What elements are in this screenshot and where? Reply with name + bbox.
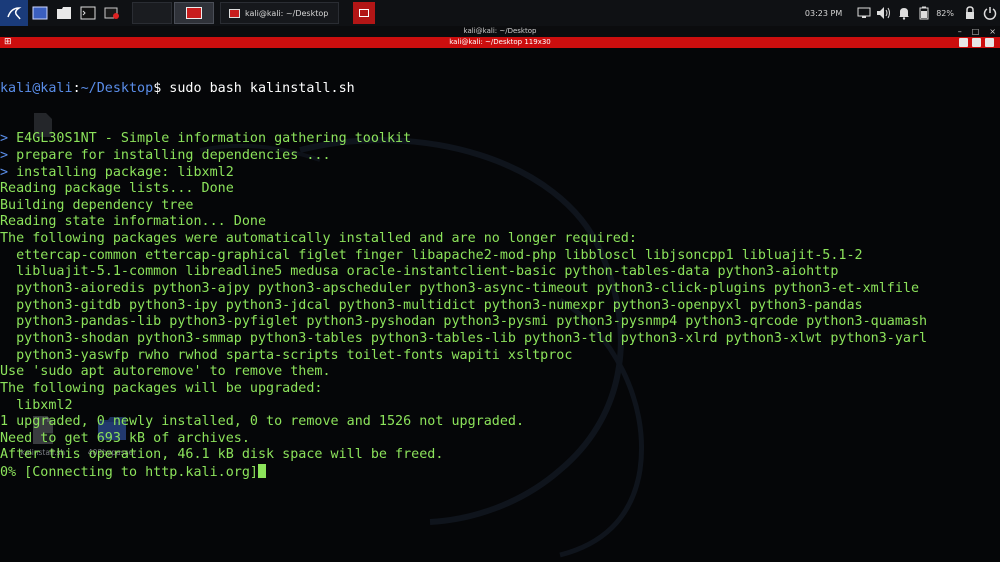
- lock-screen-icon[interactable]: [960, 0, 980, 26]
- taskbar: kali@kali: ~/Desktop 03:23 PM 82%: [0, 0, 1000, 27]
- terminal-line: ettercap-common ettercap-graphical figle…: [0, 248, 1000, 265]
- volume-icon[interactable]: [874, 0, 894, 26]
- terminal-tab-title: kali@kali: ~/Desktop 119x30: [449, 38, 551, 46]
- terminal-line: python3-pandas-lib python3-pyfiglet pyth…: [0, 314, 1000, 331]
- display-icon[interactable]: [854, 0, 874, 26]
- workspace-2[interactable]: [174, 2, 214, 24]
- terminal-cursor: [257, 464, 266, 479]
- terminal-line: Use 'sudo apt autoremove' to remove them…: [0, 364, 1000, 381]
- terminal-window-titlebar[interactable]: kali@kali: ~/Desktop – □ ×: [0, 26, 1000, 37]
- output-arrow: >: [0, 147, 17, 163]
- terminal-line: The following packages were automaticall…: [0, 231, 1000, 248]
- terminal-line-text: Need to get 693 kB of archives.: [0, 430, 250, 446]
- terminal-launcher-icon[interactable]: [76, 0, 100, 26]
- terminal-line-text: libxml2: [0, 397, 73, 413]
- terminal-tab-bar[interactable]: ⊞ kali@kali: ~/Desktop 119x30: [0, 37, 1000, 48]
- taskbar-secondary-task[interactable]: [353, 2, 376, 24]
- terminal-line-text: Use 'sudo apt autoremove' to remove them…: [0, 364, 331, 380]
- system-tray: 03:23 PM 82%: [805, 0, 1000, 26]
- battery-icon[interactable]: [914, 0, 934, 26]
- output-arrow: >: [0, 164, 17, 180]
- terminal-line-text: 0% [Connecting to http.kali.org]: [0, 465, 258, 481]
- command-text: sudo bash kalinstall.sh: [161, 81, 355, 97]
- terminal-line: > prepare for installing dependencies ..…: [0, 148, 1000, 165]
- battery-percentage: 82%: [936, 8, 954, 18]
- file-manager-icon[interactable]: [52, 0, 76, 26]
- terminal-line: > E4GL30S1NT - Simple information gather…: [0, 131, 1000, 148]
- screen-recorder-icon[interactable]: [100, 0, 124, 26]
- terminal-line: python3-yaswfp rwho rwhod sparta-scripts…: [0, 348, 1000, 365]
- close-icon[interactable]: ×: [989, 26, 996, 37]
- prompt-path: ~/Desktop: [80, 81, 154, 97]
- terminal-line-text: Building dependency tree: [0, 197, 194, 213]
- tab-minimize-icon[interactable]: [959, 38, 968, 47]
- output-arrow: >: [0, 131, 17, 147]
- workspace-switcher-icon[interactable]: [28, 0, 52, 26]
- terminal-line-text: prepare for installing dependencies ...: [16, 147, 331, 163]
- terminal-line-text: E4GL30S1NT - Simple information gatherin…: [16, 131, 412, 147]
- taskbar-task-title: kali@kali: ~/Desktop: [245, 8, 329, 18]
- terminal-line-text: The following packages will be upgraded:: [0, 380, 323, 396]
- notifications-icon[interactable]: [894, 0, 914, 26]
- power-icon[interactable]: [980, 0, 1000, 26]
- terminal-line: > installing package: libxml2: [0, 165, 1000, 182]
- workspace-window-thumbnail: [186, 7, 202, 19]
- taskbar-terminal-task[interactable]: kali@kali: ~/Desktop: [220, 2, 340, 24]
- kali-menu-button[interactable]: [0, 0, 28, 26]
- terminal-line-text: ettercap-common ettercap-graphical figle…: [0, 247, 863, 263]
- terminal-line-text: python3-shodan python3-smmap python3-tab…: [0, 330, 928, 346]
- terminal-line: Need to get 693 kB of archives.: [0, 431, 1000, 448]
- terminal-line: libluajit-5.1-common libreadline5 medusa…: [0, 264, 1000, 281]
- terminal-line-text: libluajit-5.1-common libreadline5 medusa…: [0, 264, 839, 280]
- window-icon: [359, 9, 370, 17]
- terminal-output[interactable]: kali@kali:~/Desktop$ sudo bash kalinstal…: [0, 48, 1000, 562]
- terminal-line-text: The following packages were automaticall…: [0, 231, 637, 247]
- terminal-line: After this operation, 46.1 kB disk space…: [0, 447, 1000, 464]
- minimize-icon[interactable]: –: [958, 26, 962, 37]
- terminal-line: Reading state information... Done: [0, 214, 1000, 231]
- terminal-line: Reading package lists... Done: [0, 181, 1000, 198]
- terminal-line-text: Reading package lists... Done: [0, 181, 234, 197]
- terminal-line: python3-shodan python3-smmap python3-tab…: [0, 331, 1000, 348]
- maximize-icon[interactable]: □: [972, 26, 980, 37]
- terminal-line-text: python3-pandas-lib python3-pyfiglet pyth…: [0, 314, 928, 330]
- terminal-line: python3-aioredis python3-ajpy python3-ap…: [0, 281, 1000, 298]
- terminal-line: libxml2: [0, 398, 1000, 415]
- clock[interactable]: 03:23 PM: [805, 9, 842, 18]
- tab-close-icon[interactable]: [985, 38, 994, 47]
- terminal-line: The following packages will be upgraded:: [0, 381, 1000, 398]
- terminal-line-text: Reading state information... Done: [0, 214, 267, 230]
- kali-dragon-icon: [7, 7, 22, 20]
- terminal-line: 0% [Connecting to http.kali.org]: [0, 464, 1000, 481]
- prompt-separator: :: [72, 81, 81, 97]
- prompt-user: kali@kali: [0, 81, 73, 97]
- window-title: kali@kali: ~/Desktop: [463, 27, 537, 35]
- prompt-line: kali@kali:~/Desktop$ sudo bash kalinstal…: [0, 81, 1000, 98]
- terminal-line-text: python3-aioredis python3-ajpy python3-ap…: [0, 281, 920, 297]
- terminal-line-text: installing package: libxml2: [16, 164, 234, 180]
- terminal-line-text: After this operation, 46.1 kB disk space…: [0, 447, 444, 463]
- terminal-task-icon: [229, 8, 240, 18]
- terminal-line: 1 upgraded, 0 newly installed, 0 to remo…: [0, 414, 1000, 431]
- tab-maximize-icon[interactable]: [972, 38, 981, 47]
- terminal-line-text: python3-yaswfp rwho rwhod sparta-scripts…: [0, 347, 573, 363]
- workspace-1[interactable]: [132, 2, 172, 24]
- terminal-line-text: 1 upgraded, 0 newly installed, 0 to remo…: [0, 414, 525, 430]
- terminal-line: python3-gitdb python3-ipy python3-jdcal …: [0, 298, 1000, 315]
- terminal-line-text: python3-gitdb python3-ipy python3-jdcal …: [0, 297, 863, 313]
- new-tab-icon[interactable]: ⊞: [4, 37, 12, 48]
- terminal-line: Building dependency tree: [0, 198, 1000, 215]
